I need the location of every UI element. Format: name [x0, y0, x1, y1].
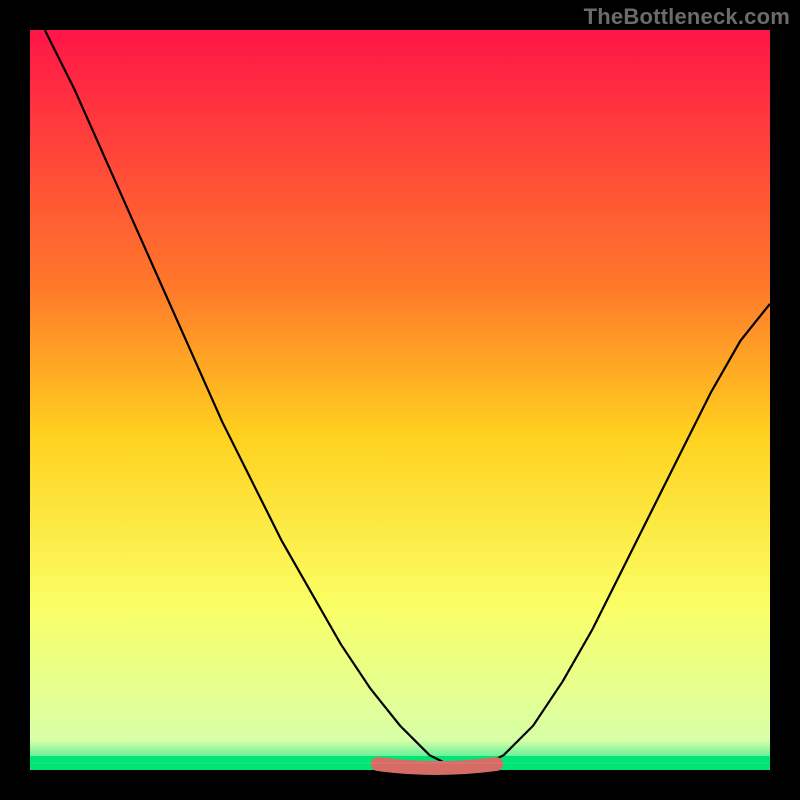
- optimal-range-band: [378, 764, 496, 768]
- chart-frame: TheBottleneck.com: [0, 0, 800, 800]
- bottleneck-chart-svg: [0, 0, 800, 800]
- watermark-text: TheBottleneck.com: [584, 4, 790, 30]
- plot-background: [30, 30, 770, 770]
